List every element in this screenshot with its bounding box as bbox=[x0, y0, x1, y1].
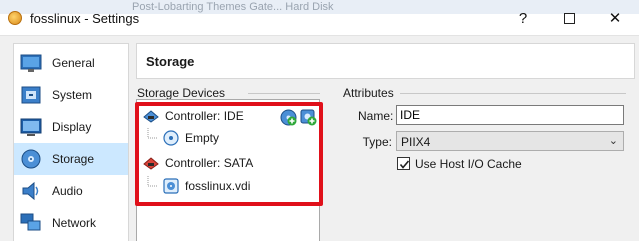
type-select-value: PIIX4 bbox=[401, 135, 431, 149]
title-bar: Post-Lobarting Themes Gate... Hard Disk … bbox=[0, 0, 639, 36]
sidebar-item-label: Network bbox=[52, 216, 97, 230]
audio-icon bbox=[22, 181, 39, 201]
sidebar-item-label: Display bbox=[52, 120, 92, 134]
virtualbox-app-icon bbox=[8, 11, 22, 25]
group-divider bbox=[400, 93, 626, 94]
storage-icon bbox=[21, 149, 41, 169]
sidebar-item-system[interactable]: System bbox=[14, 79, 128, 111]
network-icon bbox=[20, 213, 41, 231]
sidebar-item-display[interactable]: Display bbox=[14, 111, 128, 143]
sidebar-item-label: General bbox=[52, 56, 95, 70]
group-divider bbox=[248, 93, 320, 94]
type-label: Type: bbox=[362, 135, 392, 149]
help-button[interactable]: ? bbox=[500, 0, 546, 36]
annotation-highlight-box bbox=[135, 102, 323, 206]
use-host-io-cache-label: Use Host I/O Cache bbox=[415, 157, 522, 171]
settings-sidebar: General System Display Storage Audio Net… bbox=[13, 43, 129, 241]
close-button[interactable]: ✕ bbox=[592, 0, 638, 36]
general-icon bbox=[20, 54, 42, 72]
system-icon bbox=[21, 86, 41, 104]
name-label: Name: bbox=[358, 109, 394, 123]
sidebar-item-network[interactable]: Network bbox=[14, 207, 128, 239]
sidebar-item-label: Storage bbox=[52, 152, 95, 166]
checkmark-icon bbox=[399, 160, 410, 169]
chevron-down-icon: ⌄ bbox=[608, 135, 618, 147]
storage-devices-heading: Storage Devices bbox=[137, 86, 226, 100]
use-host-io-cache-checkbox[interactable] bbox=[397, 157, 410, 170]
sidebar-item-storage[interactable]: Storage bbox=[14, 143, 128, 175]
sidebar-item-label: Audio bbox=[52, 184, 83, 198]
sidebar-item-label: System bbox=[52, 88, 93, 102]
maximize-icon bbox=[563, 12, 575, 24]
display-icon bbox=[20, 118, 42, 136]
background-window-title: Post-Lobarting Themes Gate... Hard Disk bbox=[132, 1, 334, 13]
page-title: Storage bbox=[146, 54, 195, 69]
maximize-button[interactable] bbox=[546, 0, 592, 36]
sidebar-item-audio[interactable]: Audio bbox=[14, 175, 128, 207]
window-title: fosslinux - Settings bbox=[30, 11, 140, 26]
attributes-heading: Attributes bbox=[343, 86, 394, 100]
sidebar-item-general[interactable]: General bbox=[14, 47, 128, 79]
page-header: Storage bbox=[136, 43, 635, 79]
type-select[interactable]: PIIX4 ⌄ bbox=[396, 131, 624, 151]
name-field[interactable] bbox=[396, 105, 624, 125]
